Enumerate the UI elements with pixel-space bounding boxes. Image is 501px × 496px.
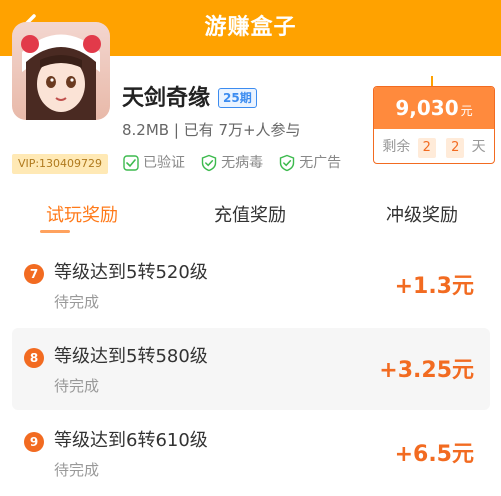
task-item[interactable]: 9 等级达到6转610级 待完成 +6.5元 (12, 412, 490, 494)
vip-id-tag: VIP:130409729 (12, 154, 108, 174)
reward-amount-value: 9,030 (395, 96, 459, 120)
task-number: 8 (24, 348, 44, 368)
remaining-value-2: 2 (446, 138, 465, 158)
period-badge: 25期 (218, 88, 257, 108)
task-item[interactable]: 8 等级达到5转580级 待完成 +3.25元 (12, 328, 490, 410)
reward-connector (431, 76, 433, 86)
tab-level-reward[interactable]: 冲级奖励 (370, 196, 474, 240)
task-number: 7 (24, 264, 44, 284)
task-title: 等级达到5转580级 (54, 346, 208, 367)
shield-check-icon (201, 154, 217, 172)
remaining-label: 剩余 (382, 139, 411, 155)
task-title: 等级达到6转610级 (54, 430, 208, 451)
task-status: 待完成 (54, 461, 100, 479)
reward-tabs: 试玩奖励 充值奖励 冲级奖励 (0, 196, 501, 240)
tab-trial-reward[interactable]: 试玩奖励 (30, 196, 134, 240)
task-number: 9 (24, 432, 44, 452)
verified-label: 已验证 (143, 155, 185, 171)
task-reward: +3.25元 (379, 358, 474, 383)
active-tab-indicator (40, 230, 70, 233)
remaining-time: 剩余 2 2 天 (374, 129, 494, 163)
task-status: 待完成 (54, 293, 100, 311)
task-item[interactable]: 7 等级达到5转520级 待完成 +1.3元 (12, 244, 490, 326)
task-title: 等级达到5转520级 (54, 262, 208, 283)
task-reward: +1.3元 (394, 274, 474, 299)
no-virus-badge: 无病毒 (200, 152, 263, 174)
verification-badges: 已验证 无病毒 无广告 (122, 152, 351, 174)
tab-recharge-reward[interactable]: 充值奖励 (198, 196, 302, 240)
task-status: 待完成 (54, 377, 100, 395)
no-ads-label: 无广告 (299, 155, 342, 171)
app-name: 天剑奇缘 (122, 86, 211, 111)
total-reward-box: 9,030 元 剩余 2 2 天 (373, 86, 495, 164)
game-avatar-icon (12, 22, 110, 120)
remaining-unit: 天 (471, 139, 486, 155)
reward-amount-unit: 元 (460, 104, 473, 118)
verified-badge: 已验证 (122, 152, 185, 174)
verified-seal-icon (123, 155, 139, 171)
app-meta: 8.2MB | 已有 7万+人参与 (122, 121, 301, 139)
total-reward-amount: 9,030 元 (374, 87, 494, 129)
no-ads-badge: 无广告 (278, 152, 341, 174)
shield-check-icon (279, 154, 295, 172)
task-reward: +6.5元 (394, 442, 474, 467)
app-icon[interactable] (12, 22, 110, 120)
remaining-value-1: 2 (417, 138, 436, 158)
no-virus-label: 无病毒 (221, 155, 264, 171)
